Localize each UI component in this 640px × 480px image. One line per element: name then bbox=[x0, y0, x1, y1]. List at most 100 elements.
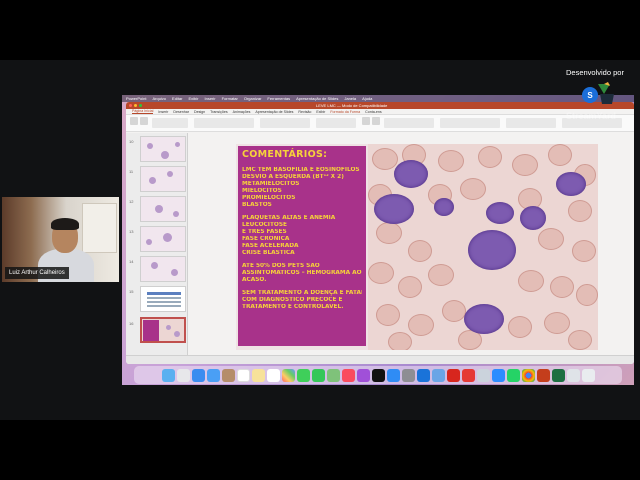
font-selector[interactable] bbox=[194, 118, 254, 128]
trello-icon[interactable] bbox=[416, 368, 430, 382]
tab-insert[interactable]: Inserir bbox=[158, 110, 168, 114]
text-line: PROMIELÓCITOS bbox=[242, 195, 296, 201]
finder-window-icon[interactable] bbox=[566, 368, 580, 382]
participant-name: Luiz Arthur Calheiros bbox=[9, 270, 65, 276]
text-line: LEUCOCITOSE bbox=[242, 222, 287, 228]
tab-shape-format[interactable]: Formato da Forma bbox=[330, 110, 360, 114]
minimize-icon[interactable] bbox=[134, 104, 137, 107]
stage: PowerPoint Arquivo Editar Exibir Inserir… bbox=[0, 60, 640, 420]
text-line: LMC TEM BASOFILIA E EOSINÓFILOS bbox=[242, 167, 360, 173]
tab-view[interactable]: Exibir bbox=[316, 110, 325, 114]
menu-item[interactable]: Janela bbox=[344, 96, 356, 101]
slide-number: 11 bbox=[129, 169, 134, 174]
paragraph-group[interactable] bbox=[260, 118, 310, 128]
tab-animations[interactable]: Animações bbox=[233, 110, 251, 114]
preview-icon[interactable] bbox=[431, 368, 445, 382]
new-slide-button[interactable] bbox=[140, 117, 148, 125]
excel-icon[interactable] bbox=[551, 368, 565, 382]
text-line: METAMIELÓCITOS bbox=[242, 181, 300, 187]
photos-icon[interactable] bbox=[281, 368, 295, 382]
arrange-button[interactable] bbox=[362, 117, 370, 125]
image-group[interactable] bbox=[440, 118, 500, 128]
tab-extra[interactable]: Conta-ens bbox=[365, 110, 382, 114]
chrome-icon[interactable] bbox=[521, 368, 535, 382]
slide-number: 12 bbox=[129, 199, 134, 204]
trash-icon[interactable] bbox=[581, 368, 595, 382]
menu-item[interactable]: Ferramentas bbox=[267, 96, 290, 101]
menu-item[interactable]: Apresentação de Slides bbox=[296, 96, 338, 101]
status-bar bbox=[126, 355, 634, 364]
zoom-icon[interactable] bbox=[491, 368, 505, 382]
window-title: LEVE LMC — Modo de Compatibilidade bbox=[316, 103, 388, 108]
text-line: SEM TRATAMENTO À DOENÇA É FATAL bbox=[242, 290, 362, 296]
safari-icon[interactable] bbox=[191, 368, 205, 382]
mail-icon[interactable] bbox=[206, 368, 220, 382]
text-line: FASE CRÔNICA bbox=[242, 236, 290, 242]
slide-thumbnail-selected[interactable] bbox=[140, 317, 186, 343]
menu-item[interactable]: Ajuda bbox=[362, 96, 372, 101]
tab-slideshow[interactable]: Apresentação de Slides bbox=[255, 110, 293, 114]
settings-icon[interactable] bbox=[401, 368, 415, 382]
text-line: TRATAMENTO É CONTROLÁVEL. bbox=[242, 304, 344, 310]
webcam-feed: Luiz Arthur Calheiros bbox=[2, 197, 119, 282]
tab-design[interactable]: Design bbox=[194, 110, 205, 114]
menu-item[interactable]: PowerPoint bbox=[126, 96, 146, 101]
launchpad-icon[interactable] bbox=[176, 368, 190, 382]
maximize-icon[interactable] bbox=[139, 104, 142, 107]
streamyard-watermark: StreamYard bbox=[566, 111, 617, 121]
text-line: MIELÓCITOS bbox=[242, 188, 282, 194]
bookshelf bbox=[82, 203, 117, 253]
tab-transitions[interactable]: Transições bbox=[210, 110, 227, 114]
paste-button[interactable] bbox=[130, 117, 138, 125]
facetime-icon[interactable] bbox=[311, 368, 325, 382]
text-line: ASSINTOMÁTICOS – HEMOGRAMA AO bbox=[242, 270, 362, 276]
tab-draw[interactable]: Desenhar bbox=[173, 110, 189, 114]
slide-thumbnail[interactable] bbox=[140, 166, 186, 192]
whatsapp-icon[interactable] bbox=[506, 368, 520, 382]
blood-smear-image[interactable] bbox=[368, 144, 598, 350]
slide-thumbnail[interactable] bbox=[140, 196, 186, 222]
slide-thumbnail[interactable] bbox=[140, 256, 186, 282]
contacts-icon[interactable] bbox=[221, 368, 235, 382]
menu-item[interactable]: Editar bbox=[172, 96, 182, 101]
shapes-group[interactable] bbox=[316, 118, 356, 128]
clipboard-group[interactable] bbox=[152, 118, 188, 128]
menu-item[interactable]: Arquivo bbox=[152, 96, 166, 101]
slide-canvas[interactable]: COMENTÁRIOS: LMC TEM BASOFILIA E EOSINÓF… bbox=[236, 144, 598, 350]
calendar-icon[interactable] bbox=[236, 368, 250, 382]
ribbon-toolbar bbox=[126, 115, 634, 132]
text-line: BLASTOS bbox=[242, 202, 272, 208]
close-icon[interactable] bbox=[129, 104, 132, 107]
pdf-icon[interactable] bbox=[461, 368, 475, 382]
text-line: DESVIO À ESQUERDA (BT¹² X 2) bbox=[242, 174, 344, 180]
converter-group[interactable] bbox=[384, 118, 434, 128]
menu-item[interactable]: Inserir bbox=[205, 96, 216, 101]
maps-icon[interactable] bbox=[326, 368, 340, 382]
powerpoint-icon[interactable] bbox=[536, 368, 550, 382]
tab-review[interactable]: Revisão bbox=[298, 110, 311, 114]
text-line: ATÉ 50% DOS PETS SÃO bbox=[242, 263, 320, 269]
other-icon[interactable] bbox=[476, 368, 490, 382]
appletv-icon[interactable] bbox=[371, 368, 385, 382]
comments-textbox[interactable]: COMENTÁRIOS: LMC TEM BASOFILIA E EOSINÓF… bbox=[238, 146, 366, 346]
acrobat-icon[interactable] bbox=[446, 368, 460, 382]
slide-thumbnail[interactable] bbox=[140, 226, 186, 252]
menu-item[interactable]: Exibir bbox=[188, 96, 198, 101]
menu-item[interactable]: Organizar bbox=[244, 96, 262, 101]
slide-number: 13 bbox=[129, 229, 134, 234]
music-icon[interactable] bbox=[341, 368, 355, 382]
appstore-icon[interactable] bbox=[386, 368, 400, 382]
messages-icon[interactable] bbox=[296, 368, 310, 382]
menu-item[interactable]: Formatar bbox=[222, 96, 238, 101]
slide-thumbnail[interactable] bbox=[140, 136, 186, 162]
reminders-icon[interactable] bbox=[266, 368, 280, 382]
styles-button[interactable] bbox=[372, 117, 380, 125]
notes-icon[interactable] bbox=[251, 368, 265, 382]
tab-home[interactable]: Página Inicial bbox=[132, 109, 154, 114]
text-line: É TRÊS FASES bbox=[242, 229, 287, 235]
mac-menubar: PowerPoint Arquivo Editar Exibir Inserir… bbox=[122, 95, 634, 102]
podcasts-icon[interactable] bbox=[356, 368, 370, 382]
slide-thumbnail[interactable] bbox=[140, 286, 186, 312]
design-ideas-group[interactable] bbox=[506, 118, 556, 128]
finder-icon[interactable] bbox=[161, 368, 175, 382]
